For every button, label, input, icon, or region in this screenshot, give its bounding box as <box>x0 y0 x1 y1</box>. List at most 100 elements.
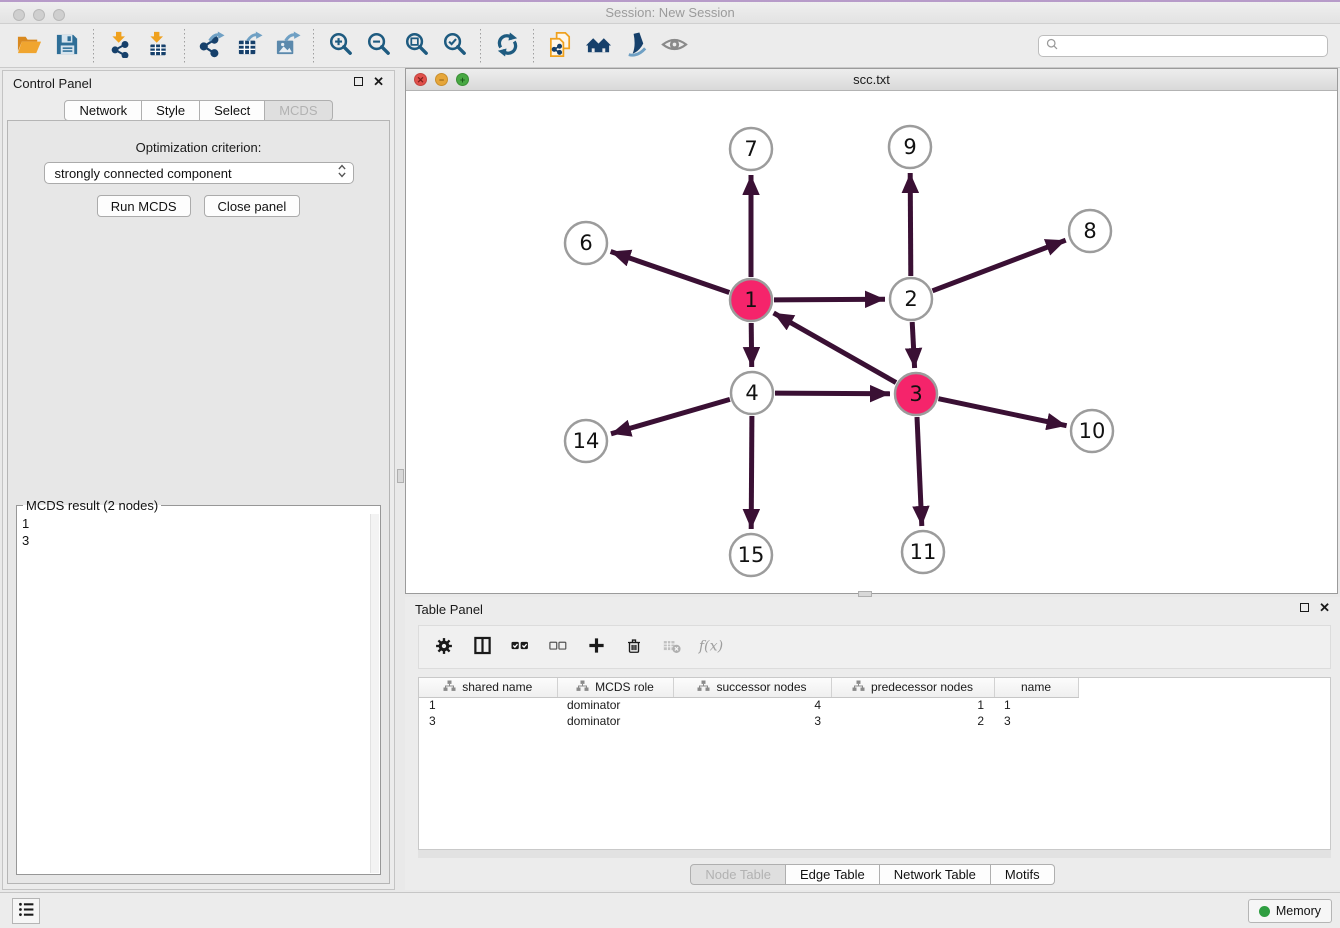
cell-successor-nodes[interactable]: 3 <box>673 713 831 729</box>
network-canvas[interactable]: 1 2 3 4 6 7 8 9 10 11 14 15 <box>406 91 1337 593</box>
tab-select[interactable]: Select <box>200 100 265 121</box>
select-all-columns-button[interactable] <box>505 631 535 663</box>
add-icon <box>587 636 606 658</box>
close-panel-button[interactable]: Close panel <box>204 195 301 217</box>
column-label: name <box>1021 680 1051 694</box>
create-column-button[interactable] <box>581 631 611 663</box>
task-history-button[interactable] <box>12 898 40 924</box>
tab-network[interactable]: Network <box>64 100 142 121</box>
export-table-button[interactable] <box>230 27 268 65</box>
cell-name[interactable]: 1 <box>994 697 1078 713</box>
paint-style-button[interactable] <box>617 27 655 65</box>
edge-1-4[interactable] <box>751 323 752 367</box>
node-15[interactable]: 15 <box>730 534 772 576</box>
tab-style[interactable]: Style <box>142 100 200 121</box>
show-hide-graphics-button[interactable] <box>655 27 693 65</box>
node-3[interactable]: 3 <box>895 373 937 415</box>
cell-name[interactable]: 3 <box>994 713 1078 729</box>
table-options-button[interactable] <box>429 631 459 663</box>
columns-icon <box>473 636 492 658</box>
column-header-successor-nodes[interactable]: successor nodes <box>673 678 831 697</box>
network-window-titlebar[interactable]: ✕−+ scc.txt <box>406 69 1337 91</box>
run-mcds-button[interactable]: Run MCDS <box>97 195 191 217</box>
mcds-result-text[interactable]: 13 <box>17 513 369 874</box>
import-table-button[interactable] <box>139 27 177 65</box>
table-row[interactable]: 1dominator411 <box>419 697 1078 713</box>
cell-MCDS-role[interactable]: dominator <box>557 697 673 713</box>
edge-3-10[interactable] <box>939 399 1067 426</box>
edge-3-11[interactable] <box>917 417 922 526</box>
copy-style-button[interactable] <box>541 27 579 65</box>
node-4[interactable]: 4 <box>731 372 773 414</box>
column-header-shared-name[interactable]: shared name <box>419 678 557 697</box>
node-9[interactable]: 9 <box>889 126 931 168</box>
import-network-button[interactable] <box>101 27 139 65</box>
export-image-button[interactable] <box>268 27 306 65</box>
column-header-MCDS-role[interactable]: MCDS role <box>557 678 673 697</box>
float-panel-icon[interactable] <box>354 77 363 86</box>
window-title: Session: New Session <box>0 5 1340 20</box>
delete-columns-button[interactable] <box>619 631 649 663</box>
mcds-result-box: MCDS result (2 nodes) 13 <box>16 498 381 875</box>
cell-predecessor-nodes[interactable]: 1 <box>831 697 994 713</box>
table-tab-edge-table[interactable]: Edge Table <box>786 864 880 885</box>
edge-2-9[interactable] <box>910 173 911 276</box>
save-session-button[interactable] <box>48 27 86 65</box>
edge-3-1[interactable] <box>774 313 896 383</box>
node-10[interactable]: 10 <box>1071 410 1113 452</box>
edge-2-3[interactable] <box>912 322 914 368</box>
memory-button[interactable]: Memory <box>1248 899 1332 923</box>
table-tab-network-table[interactable]: Network Table <box>880 864 991 885</box>
splitter-handle-left[interactable] <box>397 469 404 483</box>
table-row[interactable]: 3dominator323 <box>419 713 1078 729</box>
zoom-fit-button[interactable] <box>397 27 435 65</box>
node-7[interactable]: 7 <box>730 128 772 170</box>
node-14[interactable]: 14 <box>565 420 607 462</box>
svg-text:3: 3 <box>909 382 922 406</box>
task-list-icon <box>17 900 36 922</box>
cell-MCDS-role[interactable]: dominator <box>557 713 673 729</box>
stepper-icon <box>335 163 349 184</box>
show-columns-button[interactable] <box>467 631 497 663</box>
open-session-button[interactable] <box>10 27 48 65</box>
export-table-icon <box>236 31 263 61</box>
cell-predecessor-nodes[interactable]: 2 <box>831 713 994 729</box>
criterion-select[interactable]: strongly connected component <box>44 162 354 184</box>
svg-text:1: 1 <box>744 288 757 312</box>
toolbar-separator <box>533 29 534 63</box>
table-tab-node-table[interactable]: Node Table <box>690 864 786 885</box>
edge-1-6[interactable] <box>611 252 730 293</box>
result-scrollbar[interactable] <box>370 514 379 873</box>
export-network-icon <box>198 31 225 61</box>
node-1[interactable]: 1 <box>730 279 772 321</box>
deselect-all-columns-button[interactable] <box>543 631 573 663</box>
close-panel-icon[interactable]: ✕ <box>373 76 384 87</box>
table-tab-motifs[interactable]: Motifs <box>991 864 1055 885</box>
edge-4-3[interactable] <box>775 393 890 394</box>
zoom-out-button[interactable] <box>359 27 397 65</box>
edge-4-14[interactable] <box>611 399 730 433</box>
zoom-selected-button[interactable] <box>435 27 473 65</box>
node-6[interactable]: 6 <box>565 222 607 264</box>
node-2[interactable]: 2 <box>890 278 932 320</box>
cell-successor-nodes[interactable]: 4 <box>673 697 831 713</box>
apply-layout-button[interactable] <box>488 27 526 65</box>
cell-shared-name[interactable]: 3 <box>419 713 557 729</box>
node-11[interactable]: 11 <box>902 531 944 573</box>
column-header-predecessor-nodes[interactable]: predecessor nodes <box>831 678 994 697</box>
first-neighbors-button[interactable] <box>579 27 617 65</box>
search-input[interactable] <box>1063 39 1321 53</box>
table-hscrollbar[interactable] <box>418 850 1331 858</box>
zoom-in-button[interactable] <box>321 27 359 65</box>
column-header-name[interactable]: name <box>994 678 1078 697</box>
float-panel-icon[interactable] <box>1300 603 1309 612</box>
node-8[interactable]: 8 <box>1069 210 1111 252</box>
tab-mcds[interactable]: MCDS <box>265 100 332 121</box>
edge-1-2[interactable] <box>774 299 885 300</box>
edge-4-15[interactable] <box>751 416 752 529</box>
export-network-button[interactable] <box>192 27 230 65</box>
cell-shared-name[interactable]: 1 <box>419 697 557 713</box>
home-icon <box>585 31 612 61</box>
close-panel-icon[interactable]: ✕ <box>1319 602 1330 613</box>
edge-2-8[interactable] <box>933 240 1066 291</box>
